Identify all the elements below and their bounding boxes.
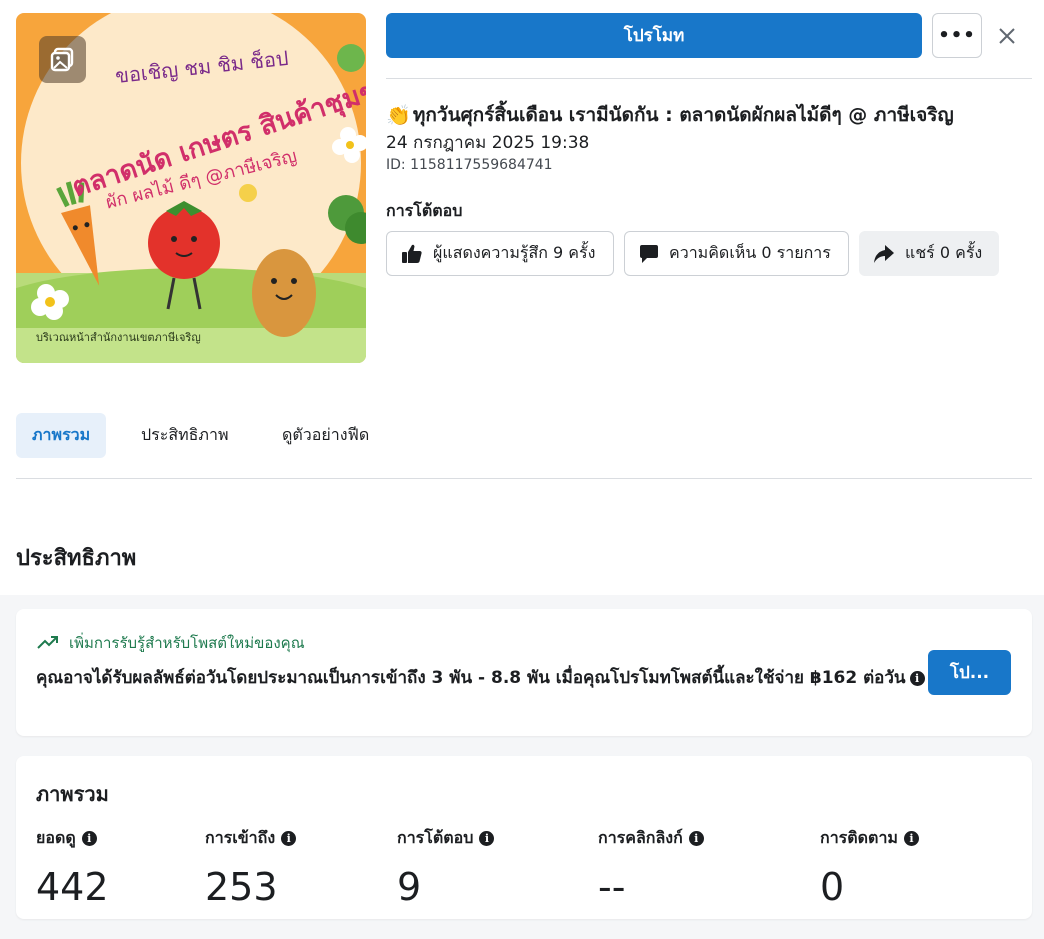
metric-label: ยอดดู bbox=[36, 828, 76, 847]
more-options-button[interactable]: ••• bbox=[932, 13, 982, 58]
info-icon[interactable]: i bbox=[281, 831, 297, 846]
reactions-chip-label: ผู้แสดงความรู้สึก 9 ครั้ง bbox=[433, 243, 596, 262]
metric-value: 9 bbox=[397, 865, 422, 909]
tab-feed-preview[interactable]: ดูตัวอย่างฟีด bbox=[266, 413, 385, 458]
tab-performance[interactable]: ประสิทธิภาพ bbox=[125, 413, 245, 458]
info-icon[interactable]: i bbox=[903, 831, 919, 846]
engagement-label: การโต้ตอบ bbox=[386, 201, 463, 220]
svg-text:บริเวณหน้าสำนักงานเขตภาษีเจริญ: บริเวณหน้าสำนักงานเขตภาษีเจริญ bbox=[36, 331, 201, 344]
suggestion-headline-row: เพิ่มการรับรู้สำหรับโพสต์ใหม่ของคุณ bbox=[37, 631, 305, 655]
post-thumbnail[interactable]: ขอเชิญ ชม ชิม ช็อป ตลาดนัด เกษตร สินค้าช… bbox=[16, 13, 366, 363]
info-icon[interactable]: i bbox=[479, 831, 495, 846]
metric-link-clicks: การคลิกลิงก์ i -- bbox=[598, 826, 704, 909]
metric-views: ยอดดู i 442 bbox=[36, 826, 109, 909]
metric-engagement: การโต้ตอบ i 9 bbox=[397, 826, 495, 909]
metric-label: การคลิกลิงก์ bbox=[598, 828, 683, 847]
metric-label: การติดตาม bbox=[820, 828, 898, 847]
info-icon[interactable]: i bbox=[81, 831, 97, 846]
comments-chip-label: ความคิดเห็น 0 รายการ bbox=[669, 243, 831, 262]
post-title: 👏 ทุกวันศุกร์สิ้นเดือน เรามีนัดกัน : ตลา… bbox=[386, 100, 1032, 130]
comments-chip[interactable]: ความคิดเห็น 0 รายการ bbox=[624, 231, 849, 276]
close-icon[interactable] bbox=[992, 21, 1022, 51]
post-date: 24 กรกฎาคม 2025 19:38 bbox=[386, 133, 590, 153]
metric-value: 253 bbox=[205, 865, 278, 909]
overview-card: ภาพรวม ยอดดู i 442 การเข้าถึง i 253 การโต้… bbox=[16, 756, 1032, 919]
metric-value: -- bbox=[598, 865, 626, 909]
metric-label: การเข้าถึง bbox=[205, 828, 276, 847]
comment-icon bbox=[640, 244, 658, 263]
post-title-text: ทุกวันศุกร์สิ้นเดือน เรามีนัดกัน : ตลาดน… bbox=[412, 104, 954, 126]
reactions-chip[interactable]: ผู้แสดงความรู้สึก 9 ครั้ง bbox=[386, 231, 614, 276]
info-icon[interactable]: i bbox=[909, 670, 925, 686]
thumbs-up-icon bbox=[402, 244, 422, 263]
overview-title: ภาพรวม bbox=[36, 782, 109, 806]
shares-chip-label: แชร์ 0 ครั้ง bbox=[905, 243, 983, 262]
metric-value: 0 bbox=[820, 865, 845, 909]
promote-post-button[interactable]: โป... bbox=[928, 650, 1011, 695]
boost-suggestion-card: เพิ่มการรับรู้สำหรับโพสต์ใหม่ของคุณ คุณอ… bbox=[16, 609, 1032, 736]
tabs-divider bbox=[16, 478, 1032, 479]
metric-value: 442 bbox=[36, 865, 109, 909]
photo-album-icon bbox=[39, 36, 86, 83]
metric-follows: การติดตาม i 0 bbox=[820, 826, 919, 909]
suggestion-body-text: คุณอาจได้รับผลลัพธ์ต่อวันโดยประมาณเป็นกา… bbox=[36, 668, 906, 688]
section-title: ประสิทธิภาพ bbox=[16, 546, 137, 571]
suggestion-body: คุณอาจได้รับผลลัพธ์ต่อวันโดยประมาณเป็นกา… bbox=[36, 665, 926, 692]
metric-label: การโต้ตอบ bbox=[397, 828, 474, 847]
shares-chip[interactable]: แชร์ 0 ครั้ง bbox=[859, 231, 999, 276]
info-icon[interactable]: i bbox=[688, 831, 704, 846]
post-id: ID: 1158117559684741 bbox=[386, 157, 553, 173]
tab-overview[interactable]: ภาพรวม bbox=[16, 413, 107, 458]
share-icon bbox=[874, 244, 894, 263]
promote-button[interactable]: โปรโมท bbox=[386, 13, 922, 58]
metric-reach: การเข้าถึง i 253 bbox=[205, 826, 297, 909]
suggestion-headline: เพิ่มการรับรู้สำหรับโพสต์ใหม่ของคุณ bbox=[69, 634, 305, 652]
clapping-emoji-icon: 👏 bbox=[386, 103, 411, 127]
header-divider bbox=[386, 78, 1032, 79]
trending-up-icon bbox=[37, 636, 58, 649]
